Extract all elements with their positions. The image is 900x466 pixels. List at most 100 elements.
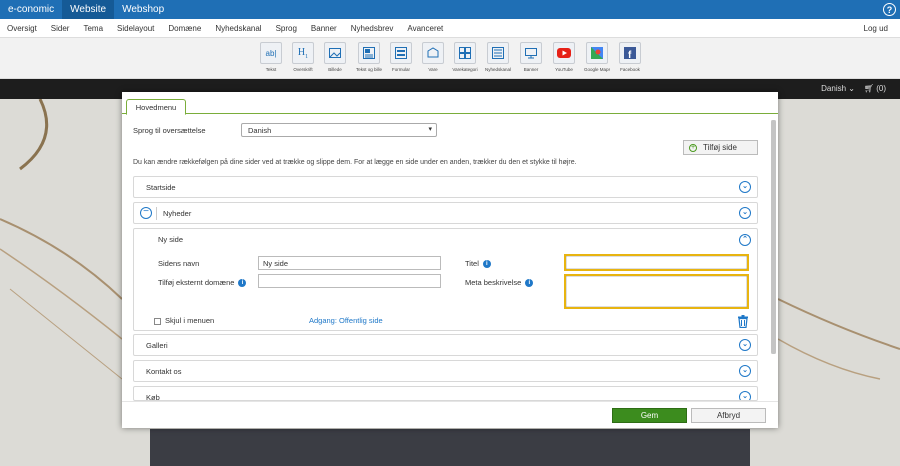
title-input[interactable]	[564, 254, 749, 271]
banner-icon	[525, 48, 537, 59]
tab-main-menu[interactable]: Hovedmenu	[126, 99, 186, 115]
tab-webshop[interactable]: Webshop	[114, 0, 172, 19]
heading-icon: H1	[297, 46, 309, 60]
page-name-label: Sidens navn	[158, 259, 200, 268]
menu-item-sider[interactable]: Sider	[44, 24, 77, 33]
hide-in-menu-label: Skjul i menuen	[165, 316, 215, 325]
expand-icon[interactable]: ⌄	[739, 339, 751, 351]
tool-label: Facebook	[620, 67, 640, 72]
plus-icon: +	[689, 143, 697, 152]
tool-text[interactable]: ab| Tekst	[258, 42, 284, 72]
tab-e-conomic[interactable]: e-conomic	[0, 0, 62, 19]
menu-item-avanceret[interactable]: Avanceret	[400, 24, 450, 33]
widget-toolbar: ab| Tekst H1 Overskrift Billede Tekst og…	[0, 38, 900, 79]
chevron-down-icon: ▾	[428, 126, 432, 133]
tool-label: Varekategori	[452, 67, 478, 72]
scrollbar-thumb[interactable]	[771, 120, 776, 354]
newsfeed-icon	[492, 47, 504, 59]
text-image-icon	[363, 47, 375, 59]
page-row-label: Nyheder	[163, 209, 192, 218]
language-selector[interactable]: Danish ⌄	[821, 84, 855, 93]
cart-link[interactable]: 🛒︎ (0)	[864, 84, 886, 93]
page-row-nyheder[interactable]: − Nyheder ⌄	[133, 202, 758, 224]
tool-label: Vare	[428, 67, 438, 72]
title-label: Titel i	[465, 259, 491, 269]
tool-youtube[interactable]: YouTube	[551, 42, 577, 72]
info-icon[interactable]: i	[238, 279, 247, 288]
google-maps-icon	[591, 47, 603, 59]
expand-icon[interactable]: ⌄	[739, 365, 751, 377]
new-page-panel: Ny side ⌃ Sidens navn Ny side Tilføj eks…	[133, 228, 758, 331]
help-icon[interactable]: ?	[883, 3, 896, 16]
tool-label: Tekst	[265, 67, 277, 72]
tool-label: Billede	[328, 67, 342, 72]
expand-icon[interactable]: ⌄	[739, 391, 751, 400]
category-icon	[459, 47, 471, 59]
meta-description-input[interactable]	[564, 274, 749, 309]
tool-label: Formular	[391, 67, 410, 72]
expand-icon[interactable]: ⌄	[739, 207, 751, 219]
product-icon	[427, 47, 439, 58]
tool-newsfeed[interactable]: Nyhedskanal	[485, 42, 511, 72]
tool-banner[interactable]: Banner	[518, 42, 544, 72]
cart-icon: 🛒︎	[863, 84, 874, 93]
page-name-input[interactable]: Ny side	[258, 256, 441, 270]
page-row-kontakt-os[interactable]: Kontakt os ⌄	[133, 360, 758, 382]
access-link[interactable]: Adgang: Offentlig side	[309, 316, 383, 325]
info-icon[interactable]: i	[525, 279, 534, 288]
external-domain-label: Tilføj eksternt domæne i	[158, 278, 247, 288]
main-menu: Oversigt Sider Tema Sidelayout Domæne Ny…	[0, 19, 900, 38]
youtube-icon	[557, 48, 571, 58]
tool-google-maps[interactable]: Google Maps	[584, 42, 610, 72]
hide-in-menu-checkbox[interactable]	[154, 318, 161, 325]
menu-item-sprog[interactable]: Sprog	[269, 24, 304, 33]
cancel-button[interactable]: Afbryd	[691, 408, 766, 423]
menu-item-banner[interactable]: Banner	[304, 24, 344, 33]
page-row-label: Galleri	[146, 341, 168, 350]
page-row-startside[interactable]: Startside ⌄	[133, 176, 758, 198]
info-icon[interactable]: i	[482, 260, 491, 269]
tool-product[interactable]: Vare	[420, 42, 446, 72]
page-row-label: Startside	[146, 183, 176, 192]
site-photo	[150, 429, 750, 466]
menu-item-sidelayout[interactable]: Sidelayout	[110, 24, 161, 33]
external-domain-input[interactable]	[258, 274, 441, 288]
reorder-info-text: Du kan ændre rækkefølgen på dine sider v…	[133, 159, 577, 166]
page-row-label: Køb	[146, 393, 160, 401]
menu-item-tema[interactable]: Tema	[76, 24, 110, 33]
divider	[156, 207, 157, 220]
logout-link[interactable]: Log ud	[864, 24, 888, 33]
new-page-title: Ny side	[158, 235, 184, 244]
language-select[interactable]: Danish ▾	[241, 123, 437, 137]
add-page-button[interactable]: + Tilføj side	[683, 140, 758, 155]
tool-image[interactable]: Billede	[322, 42, 348, 72]
tool-text-image[interactable]: Tekst og bille...	[356, 42, 382, 72]
add-page-label: Tilføj side	[703, 143, 737, 152]
tab-website[interactable]: Website	[62, 0, 115, 19]
collapse-icon[interactable]: ⌃	[739, 234, 751, 246]
tool-heading[interactable]: H1 Overskrift	[290, 42, 316, 72]
menu-item-domaene[interactable]: Domæne	[161, 24, 208, 33]
trash-icon[interactable]	[737, 315, 749, 328]
page-row-label: Kontakt os	[146, 367, 182, 376]
tool-product-category[interactable]: Varekategori	[452, 42, 478, 72]
tool-label: Google Maps	[584, 67, 610, 72]
page-row-galleri[interactable]: Galleri ⌄	[133, 334, 758, 356]
collapse-minus-icon[interactable]: −	[140, 207, 152, 219]
language-select-value: Danish	[248, 126, 272, 135]
tool-label: Overskrift	[293, 67, 313, 72]
text-icon: ab|	[265, 48, 277, 58]
image-icon	[329, 48, 341, 58]
menu-item-nyhedsbrev[interactable]: Nyhedsbrev	[344, 24, 401, 33]
tool-form[interactable]: Formular	[388, 42, 414, 72]
menu-item-oversigt[interactable]: Oversigt	[0, 24, 44, 33]
save-button[interactable]: Gem	[612, 408, 687, 423]
menu-editor-dialog: Hovedmenu Sprog til oversættelse Danish …	[122, 92, 778, 428]
expand-icon[interactable]: ⌄	[739, 181, 751, 193]
tool-label: Tekst og bille...	[356, 67, 382, 72]
tool-facebook[interactable]: f Facebook	[617, 42, 643, 72]
dialog-tabstrip: Hovedmenu	[122, 92, 778, 115]
page-row-koeb[interactable]: Køb ⌄	[133, 386, 758, 401]
dialog-scrollbar[interactable]	[771, 120, 776, 354]
menu-item-nyhedskanal[interactable]: Nyhedskanal	[208, 24, 268, 33]
